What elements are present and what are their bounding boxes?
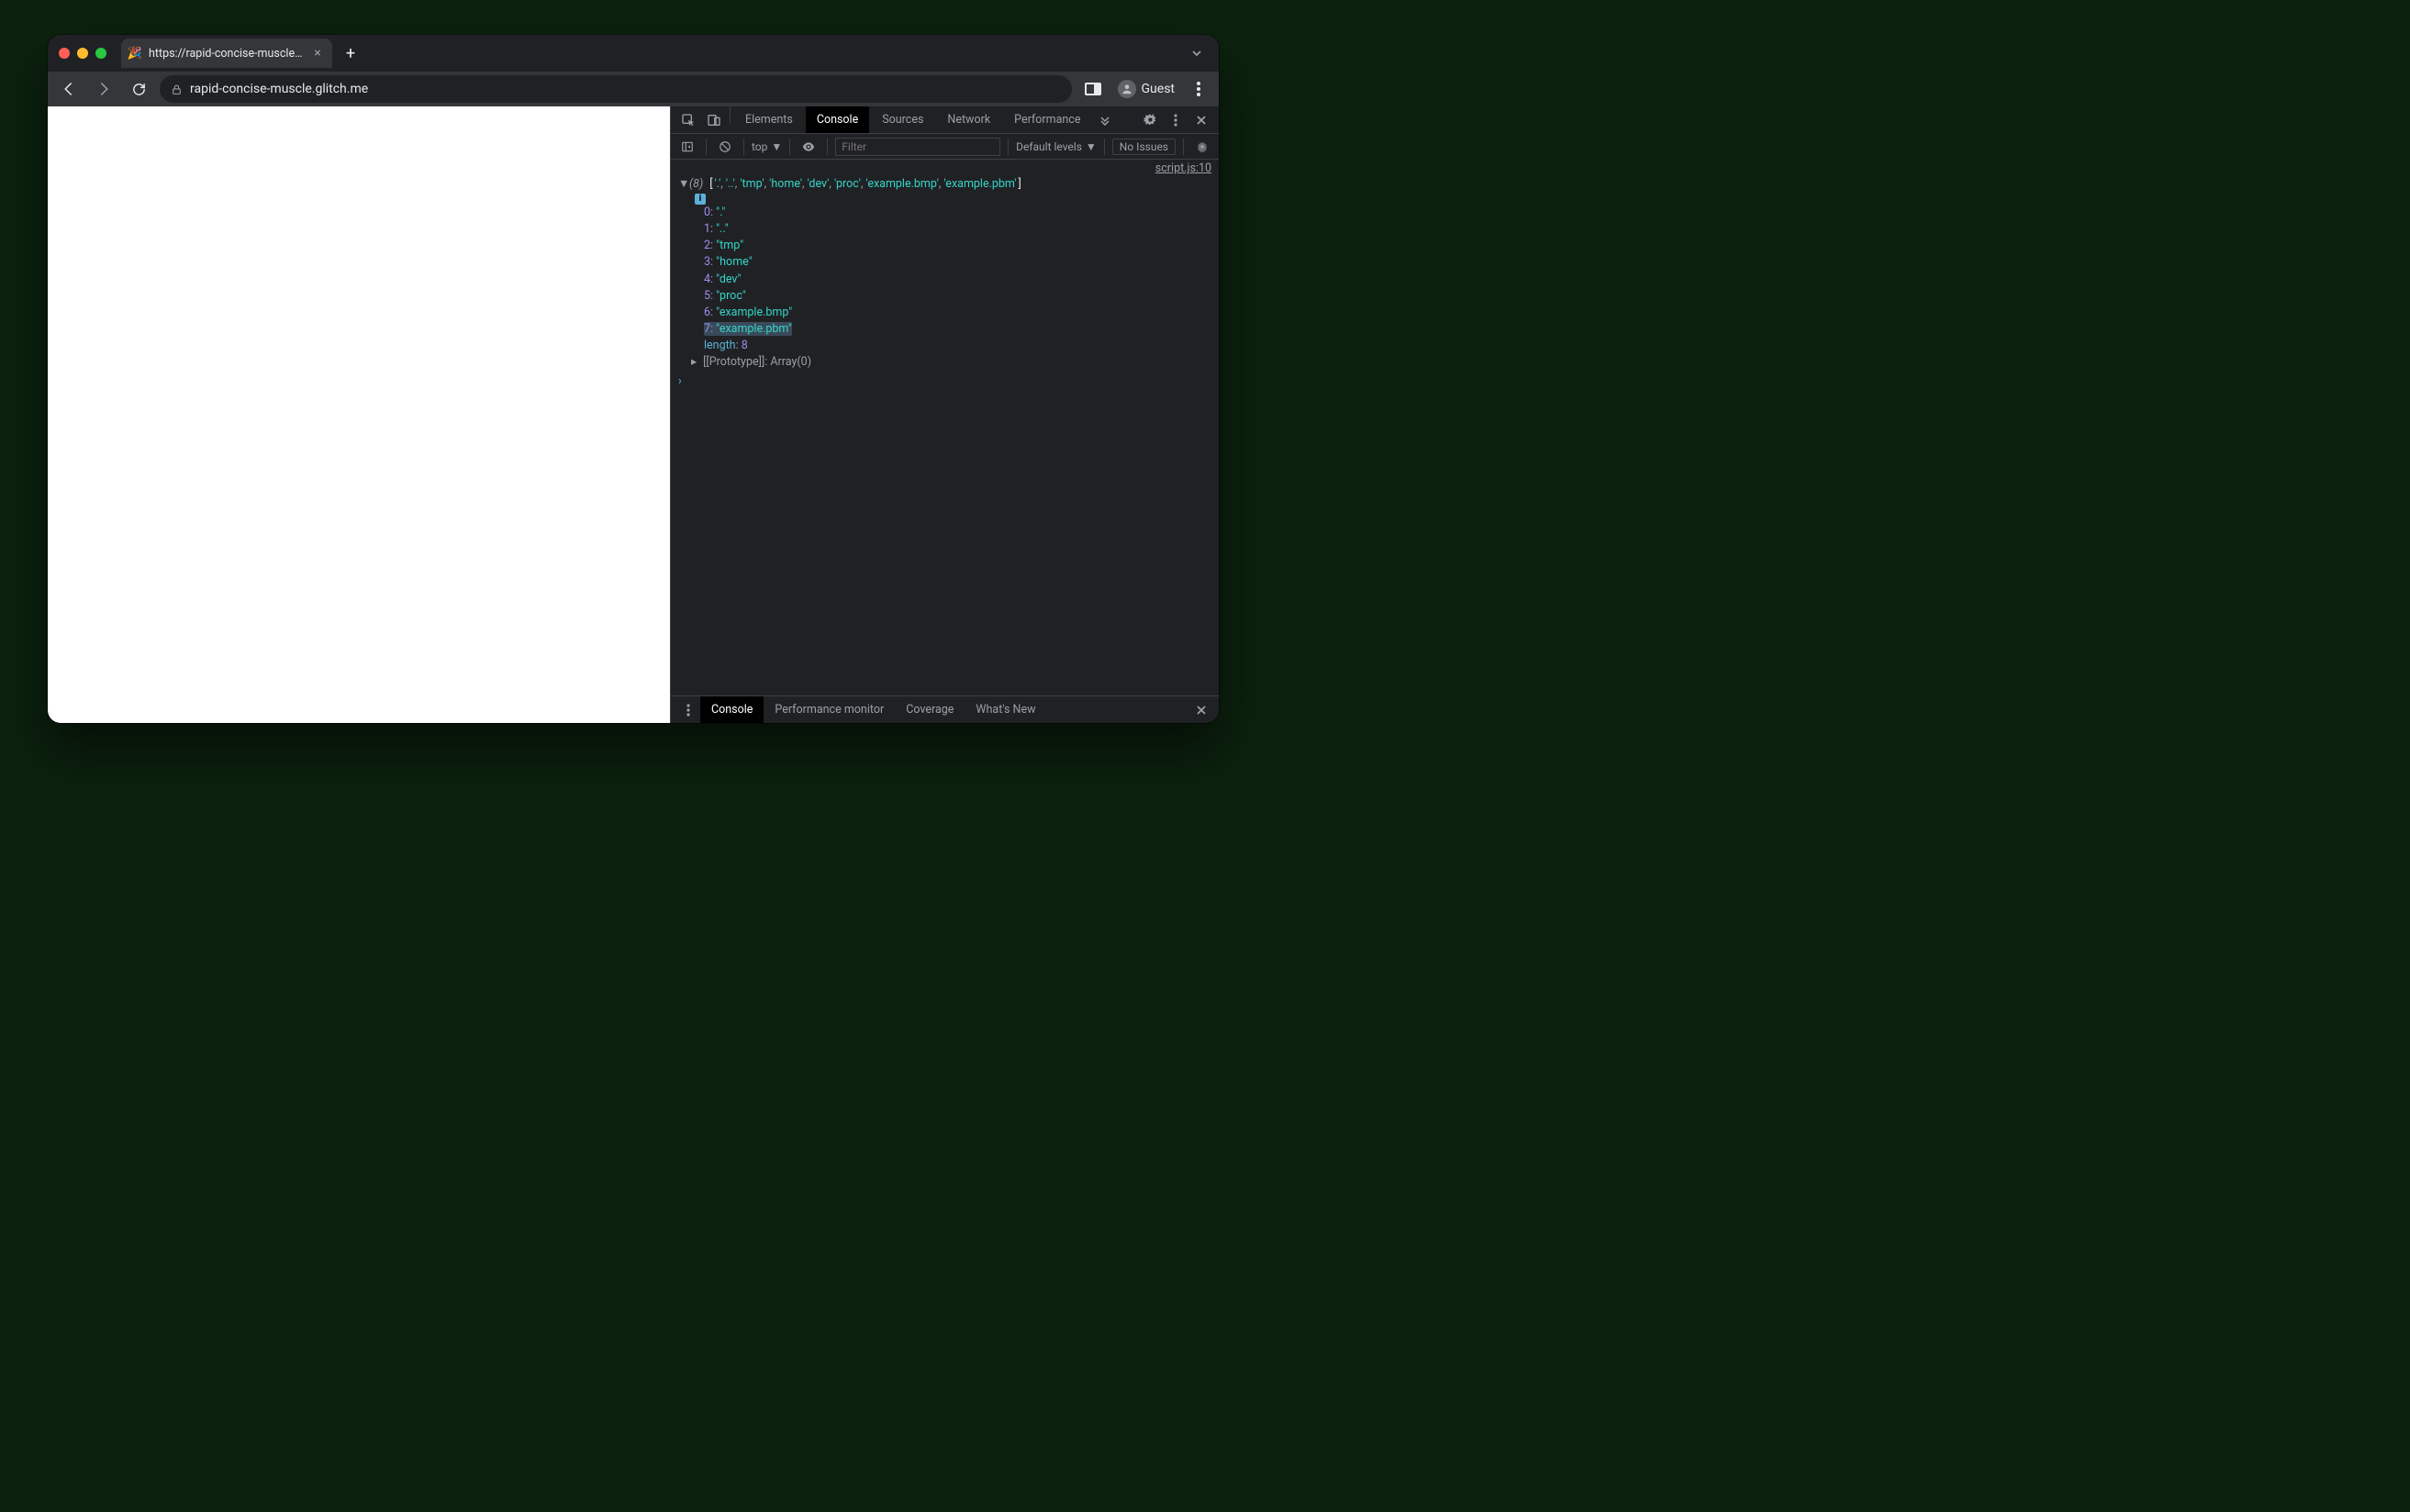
context-label: top	[752, 140, 767, 153]
array-preview-item: 'home'	[769, 177, 802, 191]
address-bar[interactable]: rapid-concise-muscle.glitch.me	[160, 75, 1072, 103]
clear-console-icon[interactable]	[714, 136, 736, 158]
array-preview-item: '..'	[726, 177, 735, 191]
levels-label: Default levels	[1016, 140, 1082, 153]
tab-strip: 🎉 https://rapid-concise-muscle.g × +	[48, 35, 1219, 72]
array-entry[interactable]: 1: ".."	[704, 221, 1219, 238]
array-preview-item: 'dev'	[808, 177, 830, 191]
drawer-close-icon[interactable]	[1189, 696, 1213, 723]
avatar-icon	[1118, 80, 1136, 98]
minimize-window-icon[interactable]	[77, 48, 88, 59]
drawer-tab-coverage[interactable]: Coverage	[895, 696, 965, 723]
info-icon[interactable]: i	[695, 194, 706, 205]
chevron-down-icon: ▼	[1086, 140, 1097, 153]
array-entry[interactable]: 0: "."	[704, 205, 1219, 221]
inspect-element-icon[interactable]	[676, 106, 700, 133]
window-controls	[59, 48, 106, 59]
array-entry[interactable]: 3: "home"	[704, 254, 1219, 271]
console-prompt-icon[interactable]: ›	[671, 371, 1219, 392]
tabs-menu-icon[interactable]	[1184, 44, 1210, 62]
console-filter-input[interactable]	[835, 138, 1000, 156]
expand-triangle-icon[interactable]: ▼	[678, 177, 687, 191]
devtools-tab-console[interactable]: Console	[806, 106, 869, 133]
browser-tab[interactable]: 🎉 https://rapid-concise-muscle.g ×	[121, 39, 332, 68]
prototype-value: Array(0)	[770, 355, 811, 369]
array-count: (8)	[689, 177, 703, 191]
execution-context-selector[interactable]: top ▼	[752, 140, 782, 153]
log-levels-selector[interactable]: Default levels ▼	[1016, 140, 1097, 153]
devtools-close-icon[interactable]	[1189, 106, 1213, 133]
device-toolbar-icon[interactable]	[702, 106, 726, 133]
console-settings-icon[interactable]	[1191, 136, 1213, 158]
array-entry[interactable]: 7: "example.pbm"	[704, 321, 1219, 338]
new-tab-button[interactable]: +	[338, 40, 363, 66]
array-entry[interactable]: 6: "example.bmp"	[704, 305, 1219, 321]
more-tabs-icon[interactable]	[1093, 106, 1117, 133]
browser-toolbar: rapid-concise-muscle.glitch.me Guest	[48, 72, 1219, 106]
forward-button[interactable]	[90, 75, 117, 103]
drawer-tab-what's-new[interactable]: What's New	[965, 696, 1046, 723]
array-preview-item: 'proc'	[834, 177, 861, 191]
array-entry[interactable]: 2: "tmp"	[704, 238, 1219, 254]
maximize-window-icon[interactable]	[95, 48, 106, 59]
prototype-key: [[Prototype]]	[703, 355, 764, 369]
profile-button[interactable]: Guest	[1112, 77, 1180, 101]
array-entry[interactable]: 4: "dev"	[704, 272, 1219, 288]
devtools-tab-sources[interactable]: Sources	[871, 106, 934, 133]
live-expression-icon[interactable]	[798, 136, 820, 158]
back-button[interactable]	[55, 75, 83, 103]
side-panel-icon[interactable]	[1079, 75, 1107, 103]
devtools-tab-elements[interactable]: Elements	[734, 106, 804, 133]
devtools-drawer: ConsolePerformance monitorCoverageWhat's…	[671, 695, 1219, 723]
close-window-icon[interactable]	[59, 48, 70, 59]
profile-label: Guest	[1142, 82, 1175, 96]
array-preview-row[interactable]: ▼ (8) ['.', '..', 'tmp', 'home', 'dev', …	[671, 175, 1219, 191]
console-toolbar: top ▼ Default levels ▼ No Issues	[671, 134, 1219, 160]
url-text: rapid-concise-muscle.glitch.me	[190, 82, 368, 96]
devtools-tabs: ElementsConsoleSourcesNetworkPerformance	[671, 106, 1219, 134]
content-area: ElementsConsoleSourcesNetworkPerformance	[48, 106, 1219, 723]
browser-menu-icon[interactable]	[1186, 76, 1211, 102]
chevron-down-icon: ▼	[771, 140, 782, 153]
devtools-tab-network[interactable]: Network	[936, 106, 1001, 133]
devtools-menu-icon[interactable]	[1164, 106, 1188, 133]
length-key: length	[704, 339, 736, 352]
devtools-settings-icon[interactable]	[1138, 106, 1162, 133]
close-tab-icon[interactable]: ×	[310, 46, 325, 61]
console-output[interactable]: script.js:10 ▼ (8) ['.', '..', 'tmp', 'h…	[671, 160, 1219, 695]
array-preview-item: 'tmp'	[740, 177, 764, 191]
array-preview-item: 'example.bmp'	[866, 177, 939, 191]
toggle-console-sidebar-icon[interactable]	[676, 136, 698, 158]
favicon-icon: 🎉	[128, 47, 141, 60]
length-value: 8	[742, 339, 748, 352]
lock-icon[interactable]	[171, 83, 183, 95]
expand-triangle-icon[interactable]: ▸	[691, 354, 700, 371]
drawer-menu-icon[interactable]	[676, 696, 700, 723]
devtools-panel: ElementsConsoleSourcesNetworkPerformance	[670, 106, 1219, 723]
source-link[interactable]: script.js:10	[671, 160, 1219, 175]
drawer-tab-performance-monitor[interactable]: Performance monitor	[764, 696, 895, 723]
reload-button[interactable]	[125, 75, 152, 103]
tab-title: https://rapid-concise-muscle.g	[149, 47, 303, 61]
array-entries: 0: "."1: ".."2: "tmp"3: "home"4: "dev"5:…	[671, 205, 1219, 338]
array-preview-item: 'example.pbm'	[943, 177, 1016, 191]
page-viewport[interactable]	[48, 106, 670, 723]
issues-button[interactable]: No Issues	[1112, 139, 1176, 155]
drawer-tab-console[interactable]: Console	[700, 696, 764, 723]
devtools-tab-performance[interactable]: Performance	[1003, 106, 1091, 133]
browser-window: 🎉 https://rapid-concise-muscle.g × + rap…	[48, 35, 1219, 723]
array-entry[interactable]: 5: "proc"	[704, 288, 1219, 305]
